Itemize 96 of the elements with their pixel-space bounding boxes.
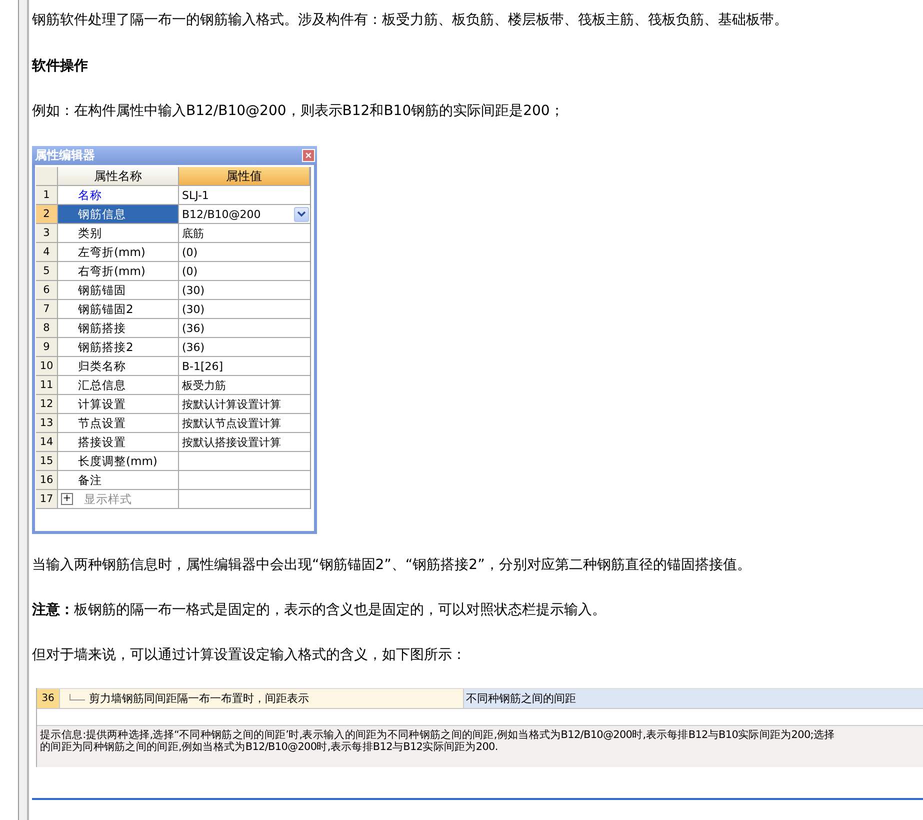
dropdown-button[interactable]: [294, 206, 309, 222]
property-value: 按默认搭接设置计算: [182, 434, 281, 450]
hint-text: 提示信息:提供两种选择,选择“不同种钢筋之间的间距’时,表示输入的间距为不同种钢筋之间的间距,例如当格式为B12/B10@200时,表示每排B12与B10实际间距为200;选择: [40, 729, 836, 741]
property-name: 节点设置: [78, 416, 126, 430]
property-name: 汇总信息: [78, 378, 126, 392]
row-number: 15: [36, 452, 58, 471]
property-name-cell[interactable]: 钢筋搭接: [58, 319, 179, 338]
row-number: 13: [36, 414, 58, 433]
section-heading: 软件操作: [32, 57, 89, 75]
property-name: 显示样式: [84, 492, 132, 506]
property-value-cell[interactable]: (0): [179, 262, 310, 281]
row-number: 36: [37, 689, 60, 708]
property-name-cell[interactable]: 左弯折(mm): [58, 243, 179, 262]
property-name-cell[interactable]: 长度调整(mm): [58, 452, 179, 471]
setting-name: 剪力墙钢筋同间距隔一布一布置时，间距表示: [89, 691, 309, 706]
paragraph: 但对于墙来说，可以通过计算设置设定输入格式的含义，如下图所示：: [32, 646, 467, 664]
property-name-cell[interactable]: 节点设置: [58, 414, 179, 433]
property-name: 钢筋锚固2: [78, 302, 134, 316]
chevron-down-icon: [297, 211, 306, 217]
property-value-cell[interactable]: 板受力筋: [179, 376, 310, 395]
property-name: 计算设置: [78, 396, 126, 412]
property-name-cell[interactable]: 类别: [58, 224, 179, 243]
row-number: 17: [36, 490, 58, 509]
property-name-cell[interactable]: + 显示样式: [58, 490, 179, 509]
property-name-cell[interactable]: 钢筋信息: [58, 205, 179, 224]
paragraph: 注意：板钢筋的隔一布一格式是固定的，表示的含义也是固定的，可以对照状态栏提示输入。: [32, 601, 607, 619]
header-cell: [36, 167, 58, 186]
row-number: 7: [36, 300, 58, 319]
row-number: 11: [36, 376, 58, 395]
property-name-cell[interactable]: 钢筋锚固: [58, 281, 179, 300]
property-value: (30): [182, 302, 205, 316]
row-number: 3: [36, 224, 58, 243]
property-name: 钢筋搭接2: [78, 340, 134, 354]
paragraph: 例如：在构件属性中输入B12/B10@200，则表示B12和B10钢筋的实际间距是200；: [32, 102, 565, 120]
property-name: 备注: [78, 472, 102, 488]
property-name-cell[interactable]: 备注: [58, 471, 179, 490]
column-header: 属性名称: [58, 167, 179, 186]
property-name-cell[interactable]: 钢筋搭接2: [58, 338, 179, 357]
property-name: 类别: [78, 226, 102, 240]
property-value-cell[interactable]: (30): [179, 281, 310, 300]
window-title: 属性编辑器: [35, 147, 95, 164]
property-value: SLJ-1: [182, 188, 209, 202]
column-header: 属性值: [179, 167, 310, 186]
property-value: (30): [182, 284, 205, 296]
property-value-cell[interactable]: 底筋: [179, 224, 310, 243]
property-value: 按默认计算设置计算: [182, 396, 281, 412]
property-name: 左弯折(mm): [78, 244, 146, 260]
property-name: 搭接设置: [78, 434, 126, 450]
row-number: 8: [36, 319, 58, 338]
property-value-cell[interactable]: B-1[26]: [179, 357, 310, 376]
property-value-cell[interactable]: 按默认计算设置计算: [179, 395, 310, 414]
property-name: 钢筋搭接: [78, 320, 126, 336]
row-number: 2: [36, 205, 58, 224]
property-name: 归类名称: [78, 358, 126, 374]
hint-text: 的间距为同种钢筋之间的间距,例如当格式为B12/B10@200时,表示每排B12与B12实际间距为200.: [40, 741, 499, 753]
property-name-cell[interactable]: 钢筋锚固2: [58, 300, 179, 319]
property-value-cell[interactable]: SLJ-1: [179, 186, 310, 205]
property-value: (0): [182, 264, 198, 278]
property-value-cell[interactable]: (36): [179, 319, 310, 338]
property-value-cell[interactable]: B12/B10@200: [179, 205, 310, 224]
property-value: B-1[26]: [182, 360, 224, 372]
property-value-cell[interactable]: (30): [179, 300, 310, 319]
property-name-cell[interactable]: 右弯折(mm): [58, 262, 179, 281]
expand-toggle[interactable]: +: [61, 493, 73, 505]
property-value-cell[interactable]: (36): [179, 338, 310, 357]
property-name: 名称: [78, 188, 102, 202]
property-name-cell[interactable]: 汇总信息: [58, 376, 179, 395]
property-value: (36): [182, 322, 205, 334]
row-number: 14: [36, 433, 58, 452]
property-value: B12/B10@200: [182, 208, 261, 220]
property-value: 板受力筋: [182, 378, 226, 392]
property-name: 钢筋信息: [78, 206, 126, 222]
paragraph: 钢筋软件处理了隔一布一的钢筋输入格式。涉及构件有：板受力筋、板负筋、楼层板带、筏板主筋、筏板负筋、基础板带。: [32, 11, 789, 29]
property-value-cell[interactable]: (0): [179, 243, 310, 262]
row-number: 1: [36, 186, 58, 205]
property-value: (36): [182, 340, 205, 354]
paragraph: 当输入两种钢筋信息时，属性编辑器中会出现“钢筋锚固2”、“钢筋搭接2”，分别对应第二种钢筋直径的锚固搭接值。: [32, 556, 752, 574]
property-value-cell[interactable]: 按默认节点设置计算: [179, 414, 310, 433]
row-number: 6: [36, 281, 58, 300]
row-number: 16: [36, 471, 58, 490]
row-number: 12: [36, 395, 58, 414]
property-name: 长度调整(mm): [78, 454, 158, 468]
property-value: 底筋: [182, 226, 204, 240]
property-name: 钢筋锚固: [78, 282, 126, 298]
property-name: 右弯折(mm): [78, 264, 146, 278]
property-value: (0): [182, 246, 198, 258]
row-number: 10: [36, 357, 58, 376]
row-number: 4: [36, 243, 58, 262]
property-name-cell[interactable]: 搭接设置: [58, 433, 179, 452]
property-value-cell[interactable]: 按默认搭接设置计算: [179, 433, 310, 452]
property-value: 按默认节点设置计算: [182, 416, 281, 430]
row-number: 9: [36, 338, 58, 357]
row-number: 5: [36, 262, 58, 281]
setting-value-cell: 不同种钢筋之间的间距: [464, 689, 923, 708]
property-name-cell[interactable]: 归类名称: [58, 357, 179, 376]
property-name-cell[interactable]: 计算设置: [58, 395, 179, 414]
